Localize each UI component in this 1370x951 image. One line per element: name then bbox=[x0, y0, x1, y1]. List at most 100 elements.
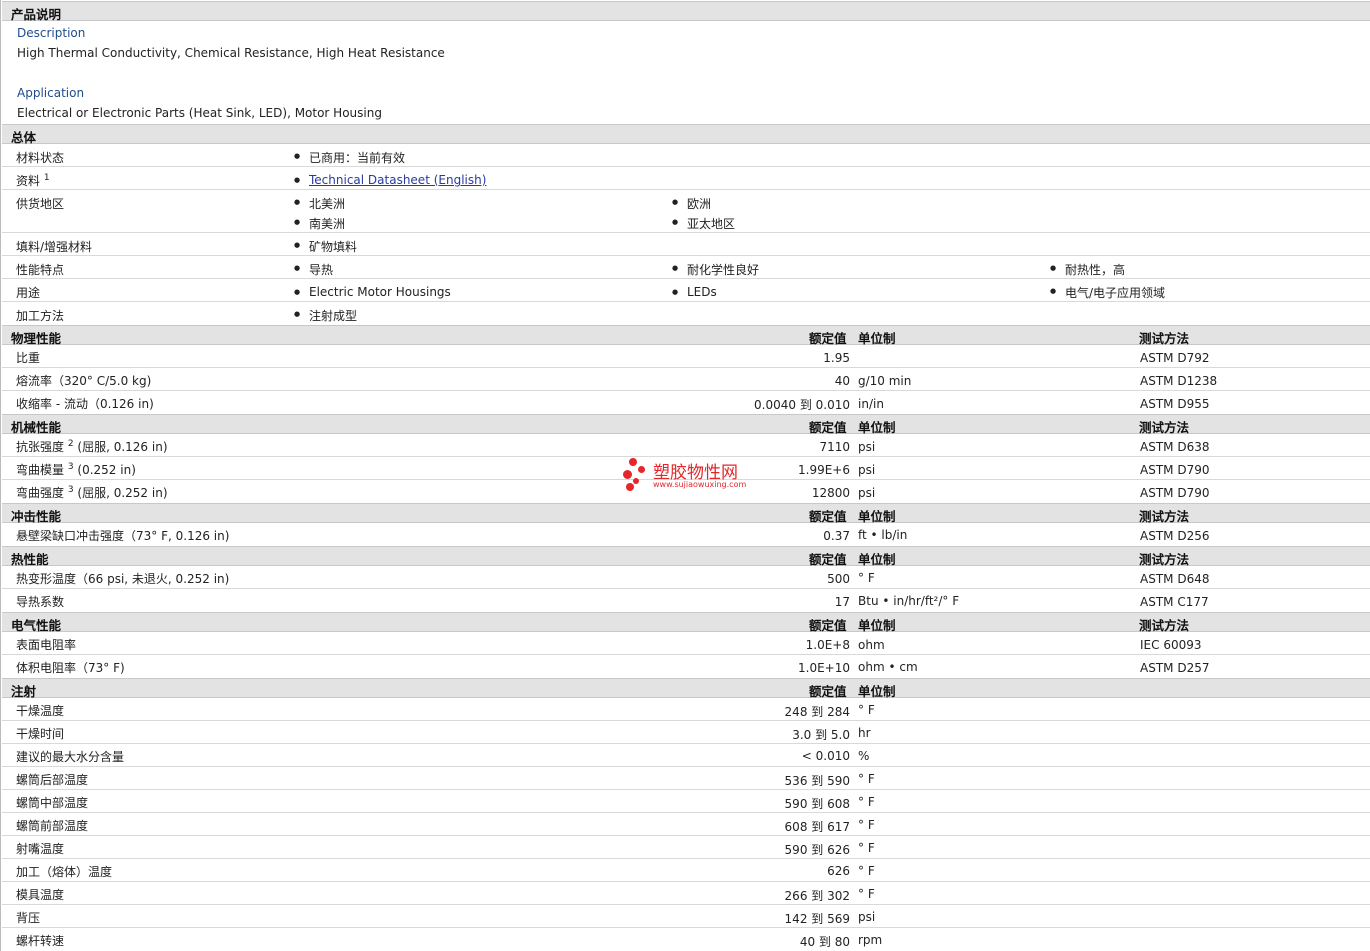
property-row: 螺筒中部温度 590 到 608 ° F bbox=[2, 790, 1370, 813]
property-row: 螺筒后部温度 536 到 590 ° F bbox=[2, 767, 1370, 790]
property-row: 比重 1.95 ASTM D792 bbox=[2, 345, 1370, 368]
property-label: 螺筒前部温度 bbox=[16, 819, 89, 833]
property-row: 熔流率（320° C/5.0 kg) 40 g/10 min ASTM D123… bbox=[2, 368, 1370, 391]
bullet-item: Technical Datasheet (English) bbox=[294, 173, 486, 187]
property-value: 17 bbox=[834, 595, 850, 609]
property-value: 142 到 569 bbox=[784, 912, 850, 926]
watermark-logo: 塑胶物性网 www.sujiaowuxing.com bbox=[623, 458, 763, 494]
property-value: 3.0 到 5.0 bbox=[792, 728, 850, 742]
logo-dot-icon bbox=[638, 466, 645, 473]
property-unit: ° F bbox=[858, 772, 875, 786]
property-unit: ° F bbox=[858, 795, 875, 809]
property-unit: psi bbox=[858, 486, 876, 500]
bullet-item: 注射成型 bbox=[294, 307, 357, 324]
property-value: 248 到 284 bbox=[784, 705, 850, 719]
test-method: ASTM D790 bbox=[1140, 463, 1210, 477]
logo-dot-icon bbox=[633, 478, 639, 484]
property-label: 体积电阻率（73° F) bbox=[16, 661, 125, 675]
bullet-item: 导热 bbox=[294, 261, 333, 278]
property-unit: psi bbox=[858, 440, 876, 454]
property-value: 536 到 590 bbox=[784, 774, 850, 788]
property-unit: ° F bbox=[858, 703, 875, 717]
test-method: ASTM D955 bbox=[1140, 397, 1210, 411]
bullet-item: 亚太地区 bbox=[672, 215, 735, 232]
property-label: 比重 bbox=[16, 351, 41, 365]
bullet-item: 欧洲 bbox=[672, 195, 711, 212]
watermark-url: www.sujiaowuxing.com bbox=[653, 480, 747, 489]
row-label: 加工方法 bbox=[16, 309, 65, 323]
section-header-physical: 物理性能 额定值 单位制 测试方法 bbox=[2, 325, 1370, 346]
section-header-product-description: 产品说明 bbox=[2, 1, 1370, 22]
property-label: 干燥时间 bbox=[16, 727, 65, 741]
property-unit: psi bbox=[858, 463, 876, 477]
property-label: 弯曲模量 3 (0.252 in) bbox=[16, 462, 136, 477]
bullet-item: 已商用：当前有效 bbox=[294, 149, 405, 166]
property-label: 表面电阻率 bbox=[16, 638, 77, 652]
property-value: 626 bbox=[827, 864, 850, 878]
property-value: 0.0040 到 0.010 bbox=[754, 398, 850, 412]
test-method: ASTM D792 bbox=[1140, 351, 1210, 365]
property-unit: psi bbox=[858, 910, 876, 924]
property-value: 1.0E+10 bbox=[798, 661, 850, 675]
property-value: 590 到 608 bbox=[784, 797, 850, 811]
logo-dot-icon bbox=[623, 470, 632, 479]
section-header-thermal: 热性能 额定值 单位制 测试方法 bbox=[2, 546, 1370, 567]
general-row: 加工方法 注射成型 bbox=[2, 302, 1370, 325]
property-value: 1.99E+6 bbox=[798, 463, 850, 477]
row-label: 材料状态 bbox=[16, 151, 65, 165]
property-unit: ° F bbox=[858, 571, 875, 585]
property-row: 加工（熔体）温度 626 ° F bbox=[2, 859, 1370, 882]
property-value: 7110 bbox=[819, 440, 850, 454]
row-label: 性能特点 bbox=[16, 263, 65, 277]
test-method: ASTM D257 bbox=[1140, 661, 1210, 675]
property-row: 螺筒前部温度 608 到 617 ° F bbox=[2, 813, 1370, 836]
property-value: 590 到 626 bbox=[784, 843, 850, 857]
property-value: 266 到 302 bbox=[784, 889, 850, 903]
property-label: 收缩率 - 流动（0.126 in) bbox=[16, 397, 154, 411]
property-row: 干燥时间 3.0 到 5.0 hr bbox=[2, 721, 1370, 744]
property-value: 1.95 bbox=[823, 351, 850, 365]
property-value: < 0.010 bbox=[801, 749, 850, 763]
property-label: 背压 bbox=[16, 911, 41, 925]
technical-datasheet-link[interactable]: Technical Datasheet (English) bbox=[309, 173, 486, 187]
section-header-impact: 冲击性能 额定值 单位制 测试方法 bbox=[2, 503, 1370, 524]
test-method: ASTM D1238 bbox=[1140, 374, 1218, 388]
test-method: IEC 60093 bbox=[1140, 638, 1202, 652]
property-row: 抗张强度 2 (屈服, 0.126 in) 7110 psi ASTM D638 bbox=[2, 434, 1370, 457]
property-label: 弯曲强度 3 (屈服, 0.252 in) bbox=[16, 485, 168, 500]
property-row: 螺杆转速 40 到 80 rpm bbox=[2, 928, 1370, 951]
general-row: 填料/增强材料 矿物填料 bbox=[2, 233, 1370, 256]
datasheet-page: 产品说明 Description High Thermal Conductivi… bbox=[0, 0, 1370, 951]
property-label: 熔流率（320° C/5.0 kg) bbox=[16, 374, 152, 388]
test-method: ASTM D256 bbox=[1140, 529, 1210, 543]
row-label: 填料/增强材料 bbox=[16, 240, 93, 254]
test-method: ASTM D638 bbox=[1140, 440, 1210, 454]
property-row: 建议的最大水分含量 < 0.010 % bbox=[2, 744, 1370, 767]
property-unit: ° F bbox=[858, 864, 875, 878]
property-row: 体积电阻率（73° F) 1.0E+10 ohm • cm ASTM D257 bbox=[2, 655, 1370, 678]
property-unit: ohm bbox=[858, 638, 885, 652]
property-value: 500 bbox=[827, 572, 850, 586]
row-label: 资料 1 bbox=[16, 173, 50, 188]
property-value: 40 bbox=[834, 374, 850, 388]
property-row: 干燥温度 248 到 284 ° F bbox=[2, 698, 1370, 721]
property-value: 0.37 bbox=[823, 529, 850, 543]
property-row: 射嘴温度 590 到 626 ° F bbox=[2, 836, 1370, 859]
property-value: 608 到 617 bbox=[784, 820, 850, 834]
section-header-electrical: 电气性能 额定值 单位制 测试方法 bbox=[2, 612, 1370, 633]
application-text: Electrical or Electronic Parts (Heat Sin… bbox=[17, 106, 382, 120]
property-unit: in/in bbox=[858, 397, 884, 411]
property-row: 悬壁梁缺口冲击强度（73° F, 0.126 in) 0.37 ft • lb/… bbox=[2, 523, 1370, 546]
test-method: ASTM D648 bbox=[1140, 572, 1210, 586]
property-unit: ohm • cm bbox=[858, 660, 918, 674]
property-unit: ° F bbox=[858, 887, 875, 901]
property-value: 12800 bbox=[811, 486, 850, 500]
bullet-item: 电气/电子应用领域 bbox=[1050, 284, 1165, 301]
logo-dot-icon bbox=[629, 458, 637, 466]
bullet-item: 南美洲 bbox=[294, 215, 345, 232]
description-text: High Thermal Conductivity, Chemical Resi… bbox=[17, 46, 445, 60]
application-label: Application bbox=[17, 86, 85, 100]
general-row: 性能特点 导热 耐化学性良好 耐热性，高 bbox=[2, 256, 1370, 279]
property-label: 射嘴温度 bbox=[16, 842, 65, 856]
property-label: 导热系数 bbox=[16, 595, 65, 609]
